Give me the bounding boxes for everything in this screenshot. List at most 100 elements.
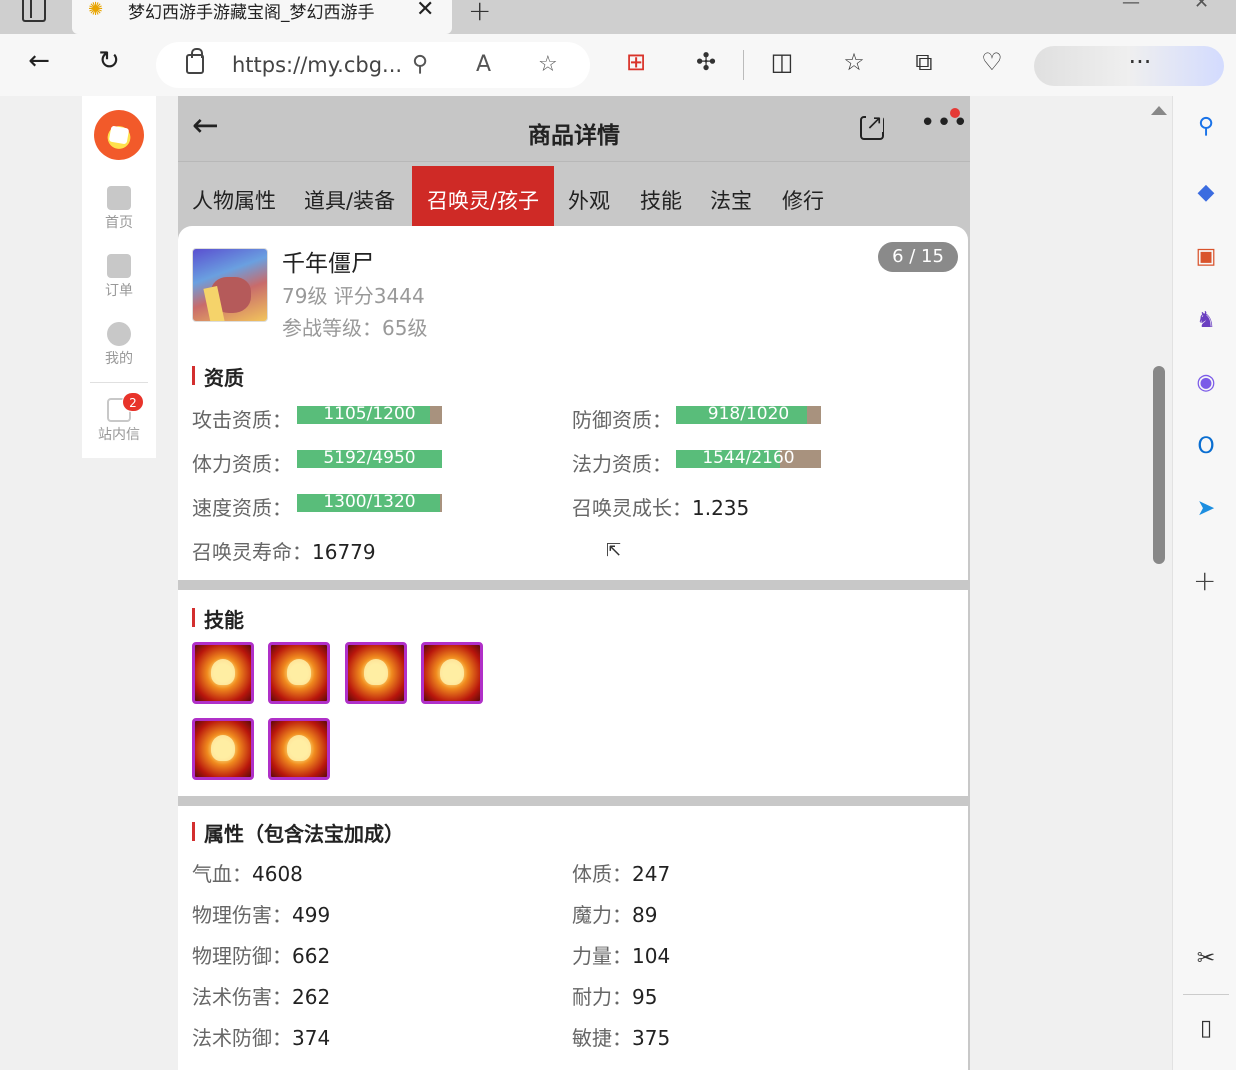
refresh-icon[interactable]: ↻ bbox=[92, 46, 126, 76]
mana-aptitude-bar: 1544/2160 bbox=[676, 448, 821, 468]
pet-name: 千年僵尸 bbox=[282, 251, 374, 277]
scroll-up-icon[interactable] bbox=[1151, 106, 1167, 115]
nav-home[interactable]: 首页 bbox=[82, 186, 156, 232]
attack-aptitude-value: 1105/1200 bbox=[323, 404, 416, 424]
page-title: 商品详情 bbox=[528, 123, 620, 149]
nav-orders-label: 订单 bbox=[105, 283, 133, 299]
attack-aptitude-label: 攻击资质： bbox=[192, 408, 292, 432]
attr-value: 375 bbox=[632, 1026, 671, 1050]
tab-close-icon[interactable]: ✕ bbox=[416, 0, 434, 22]
speed-aptitude-value: 1300/1320 bbox=[323, 492, 416, 512]
defense-aptitude-value: 918/1020 bbox=[707, 404, 790, 424]
attr-label: 气血： bbox=[192, 862, 252, 886]
attr-label: 体质： bbox=[572, 862, 632, 886]
skill-icon-1[interactable] bbox=[192, 642, 254, 704]
tab-character[interactable]: 人物属性 bbox=[192, 166, 276, 226]
screenshot-icon[interactable]: ✂ bbox=[1191, 944, 1221, 974]
attr-label: 物理伤害： bbox=[192, 903, 292, 927]
window-close-button[interactable]: ✕ bbox=[1194, 0, 1209, 13]
tab-skills[interactable]: 技能 bbox=[640, 166, 682, 226]
sidebar-send-icon[interactable]: ➤ bbox=[1191, 494, 1221, 524]
tab-pets[interactable]: 召唤灵/孩子 bbox=[412, 166, 554, 226]
pet-battle-level: 参战等级：65级 bbox=[282, 316, 428, 340]
attr-left-2: 物理防御：662 bbox=[192, 940, 330, 969]
attr-right-1: 魔力：89 bbox=[572, 899, 657, 928]
sidebar-outlook-icon[interactable]: O bbox=[1191, 432, 1221, 462]
stamina-aptitude-bar: 5192/4950 bbox=[297, 448, 442, 468]
mouse-cursor-icon: ⇱ bbox=[606, 540, 622, 561]
detail-panel: ← 商品详情 ••• 人物属性 道具/装备 召唤灵/孩子 外观 技能 法宝 修行… bbox=[178, 96, 970, 1070]
panel-more-icon[interactable]: ••• bbox=[920, 108, 969, 138]
attr-right-2: 力量：104 bbox=[572, 940, 670, 969]
defense-aptitude-label: 防御资质： bbox=[572, 408, 672, 432]
tab-actions-icon[interactable] bbox=[22, 0, 46, 22]
user-icon bbox=[107, 322, 131, 346]
minimize-button[interactable]: — bbox=[1122, 0, 1140, 13]
nav-messages-label: 站内信 bbox=[98, 427, 140, 443]
stamina-aptitude-value: 5192/4950 bbox=[323, 448, 416, 468]
attr-left-4: 法术防御：374 bbox=[192, 1022, 330, 1051]
speed-aptitude-label: 速度资质： bbox=[192, 496, 292, 520]
pet-info-card: 千年僵尸 79级 评分3444 参战等级：65级 6 / 15 资质 攻击资质：… bbox=[178, 226, 968, 580]
site-logo[interactable] bbox=[94, 110, 144, 160]
split-screen-icon[interactable]: ◫ bbox=[766, 48, 798, 76]
more-icon[interactable]: ··· bbox=[1124, 48, 1156, 76]
attr-label: 法术伤害： bbox=[192, 985, 292, 1009]
tab-treasures[interactable]: 法宝 bbox=[710, 166, 752, 226]
skill-icon-2[interactable] bbox=[268, 642, 330, 704]
favorites-icon[interactable]: ☆ bbox=[838, 48, 870, 76]
attr-value: 104 bbox=[632, 944, 671, 968]
read-aloud-icon[interactable]: A bbox=[476, 52, 491, 77]
lock-icon[interactable] bbox=[186, 48, 204, 74]
lifespan-value: 16779 bbox=[312, 540, 376, 564]
new-tab-button[interactable]: + bbox=[468, 0, 491, 27]
health-icon[interactable]: ♡ bbox=[976, 48, 1008, 76]
lifespan-label: 召唤灵寿命： bbox=[192, 540, 312, 564]
hide-sidebar-icon[interactable]: ▯ bbox=[1191, 1014, 1221, 1044]
nav-orders[interactable]: 订单 bbox=[82, 254, 156, 300]
ext-red-icon[interactable]: ⊞ bbox=[620, 48, 652, 76]
collections-icon[interactable]: ⧉ bbox=[908, 48, 940, 76]
scrollbar-thumb[interactable] bbox=[1153, 366, 1165, 564]
zoom-icon[interactable]: ⚲ bbox=[412, 52, 428, 77]
site-favicon-icon: ✺ bbox=[88, 0, 104, 20]
sidebar-tools-icon[interactable]: ▣ bbox=[1191, 242, 1221, 272]
attr-label: 力量： bbox=[572, 944, 632, 968]
attr-value: 662 bbox=[292, 944, 331, 968]
extensions-icon[interactable]: ✣ bbox=[690, 48, 722, 76]
nav-divider bbox=[90, 382, 148, 383]
tab-title: 梦幻西游手游藏宝阁_梦幻西游手 bbox=[128, 3, 375, 23]
site-nav: 首页 订单 我的 站内信 2 bbox=[82, 96, 156, 458]
sidebar-games-icon[interactable]: ♞ bbox=[1191, 306, 1221, 336]
address-bar[interactable]: https://my.cbg... ⚲ A ☆ bbox=[156, 42, 590, 88]
browser-tab[interactable]: ✺ 梦幻西游手游藏宝阁_梦幻西游手 ✕ bbox=[72, 0, 452, 34]
tab-appearance[interactable]: 外观 bbox=[568, 166, 610, 226]
sidebar-shopping-icon[interactable]: ◆ bbox=[1191, 178, 1221, 208]
skill-icon-6[interactable] bbox=[268, 718, 330, 780]
sidebar-add-icon[interactable]: + bbox=[1193, 564, 1216, 597]
sidebar-office-icon[interactable]: ◉ bbox=[1191, 368, 1221, 398]
sidebar-search-icon[interactable]: ⚲ bbox=[1191, 112, 1221, 142]
tab-items[interactable]: 道具/装备 bbox=[304, 166, 395, 226]
toolbar-divider bbox=[743, 50, 744, 80]
skill-icon-3[interactable] bbox=[345, 642, 407, 704]
lifespan-row: 召唤灵寿命：16779 bbox=[192, 536, 376, 565]
attr-value: 262 bbox=[292, 985, 331, 1009]
pet-pager-badge: 6 / 15 bbox=[878, 242, 958, 272]
attr-label: 法术防御： bbox=[192, 1026, 292, 1050]
growth-label: 召唤灵成长： bbox=[572, 496, 692, 520]
nav-mine[interactable]: 我的 bbox=[82, 322, 156, 368]
skill-icon-4[interactable] bbox=[421, 642, 483, 704]
share-icon[interactable] bbox=[860, 112, 884, 140]
nav-messages[interactable]: 站内信 bbox=[82, 398, 156, 444]
attr-right-4: 敏捷：375 bbox=[572, 1022, 670, 1051]
skill-icon-5[interactable] bbox=[192, 718, 254, 780]
page-scrollbar[interactable] bbox=[1148, 96, 1170, 1070]
back-icon[interactable]: ← bbox=[22, 46, 56, 76]
address-url[interactable]: https://my.cbg... bbox=[232, 53, 402, 77]
tab-cultivation[interactable]: 修行 bbox=[782, 166, 824, 226]
attr-left-3: 法术伤害：262 bbox=[192, 981, 330, 1010]
favorite-icon[interactable]: ☆ bbox=[538, 52, 558, 77]
sidebar-divider bbox=[1183, 994, 1229, 995]
attr-label: 物理防御： bbox=[192, 944, 292, 968]
